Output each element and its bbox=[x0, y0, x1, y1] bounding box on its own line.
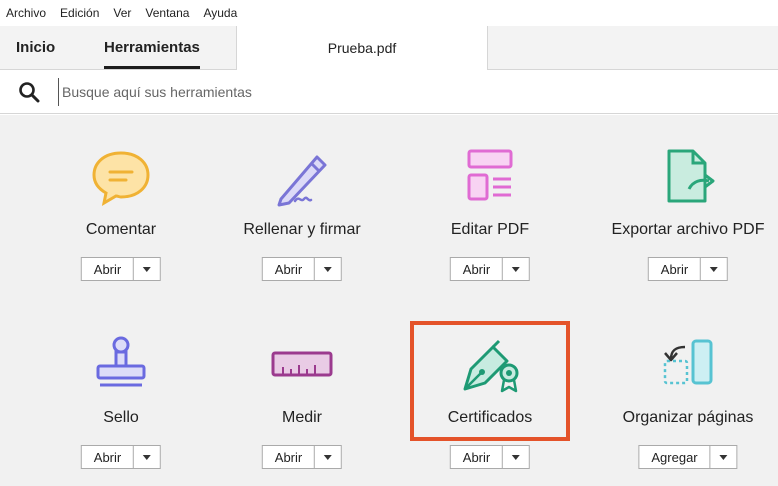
menu-ver[interactable]: Ver bbox=[113, 6, 131, 20]
open-button[interactable]: Abrir bbox=[451, 446, 504, 468]
open-button[interactable]: Abrir bbox=[649, 258, 702, 280]
search-input[interactable] bbox=[58, 78, 564, 106]
open-split-button: Abrir bbox=[261, 257, 343, 281]
tool-name: Sello bbox=[103, 409, 139, 426]
menu-edicion[interactable]: Edición bbox=[60, 6, 99, 20]
chevron-down-icon[interactable] bbox=[134, 446, 160, 468]
open-button[interactable]: Abrir bbox=[263, 446, 316, 468]
open-split-button: Abrir bbox=[647, 257, 729, 281]
open-split-button: Abrir bbox=[449, 257, 531, 281]
tool-comentar: Comentar Abrir bbox=[36, 115, 206, 295]
tool-name: Rellenar y firmar bbox=[243, 221, 361, 238]
search-bar bbox=[0, 70, 778, 114]
open-split-button: Abrir bbox=[261, 445, 343, 469]
tool-rellenar-firmar: Rellenar y firmar Abrir bbox=[217, 115, 387, 295]
tool-sello: Sello Abrir bbox=[36, 303, 206, 483]
search-icon[interactable] bbox=[18, 81, 40, 103]
menu-bar: Archivo Edición Ver Ventana Ayuda bbox=[0, 0, 778, 26]
tool-name: Organizar páginas bbox=[622, 409, 754, 426]
chevron-down-icon[interactable] bbox=[134, 258, 160, 280]
tab-herramientas[interactable]: Herramientas bbox=[104, 26, 200, 69]
fill-sign-icon bbox=[277, 155, 327, 207]
active-tab-indicator bbox=[104, 66, 200, 69]
chevron-down-icon[interactable] bbox=[701, 258, 727, 280]
tool-name: Medir bbox=[281, 409, 322, 426]
edit-pdf-icon bbox=[467, 149, 513, 201]
tab-document[interactable]: Prueba.pdf bbox=[236, 26, 488, 70]
tool-name: Comentar bbox=[85, 221, 157, 238]
open-split-button: Agregar bbox=[638, 445, 738, 469]
chevron-down-icon[interactable] bbox=[503, 446, 529, 468]
tab-herramientas-label: Herramientas bbox=[104, 39, 200, 56]
tool-organizar-paginas: Organizar páginas Agregar bbox=[603, 303, 773, 483]
tool-editar-pdf: Editar PDF Abrir bbox=[405, 115, 575, 295]
chevron-down-icon[interactable] bbox=[503, 258, 529, 280]
tab-inicio[interactable]: Inicio bbox=[16, 26, 55, 69]
tool-medir: Medir Abrir bbox=[217, 303, 387, 483]
open-button[interactable]: Abrir bbox=[451, 258, 504, 280]
tool-name: Exportar archivo PDF bbox=[611, 221, 765, 238]
tool-exportar-pdf: Exportar archivo PDF Abrir bbox=[603, 115, 773, 295]
chevron-down-icon[interactable] bbox=[315, 446, 341, 468]
menu-ventana[interactable]: Ventana bbox=[145, 6, 189, 20]
comment-icon bbox=[92, 151, 150, 206]
menu-archivo[interactable]: Archivo bbox=[6, 6, 46, 20]
tool-name: Editar PDF bbox=[450, 221, 530, 238]
stamp-icon bbox=[96, 336, 146, 387]
tool-certificados: Certificados Abrir bbox=[405, 303, 575, 483]
tab-bar: Inicio Herramientas Prueba.pdf bbox=[0, 26, 778, 70]
add-button[interactable]: Agregar bbox=[639, 446, 711, 468]
tool-name: Certificados bbox=[447, 409, 533, 426]
open-split-button: Abrir bbox=[80, 445, 162, 469]
tools-grid: Comentar Abrir Rellenar y firmar Abrir E… bbox=[0, 115, 778, 486]
export-pdf-icon bbox=[667, 149, 715, 203]
open-button[interactable]: Abrir bbox=[263, 258, 316, 280]
chevron-down-icon[interactable] bbox=[711, 446, 737, 468]
certificate-icon bbox=[463, 339, 519, 393]
ruler-icon bbox=[271, 351, 333, 377]
open-split-button: Abrir bbox=[449, 445, 531, 469]
menu-ayuda[interactable]: Ayuda bbox=[203, 6, 237, 20]
organize-pages-icon bbox=[663, 339, 713, 385]
chevron-down-icon[interactable] bbox=[315, 258, 341, 280]
open-button[interactable]: Abrir bbox=[82, 446, 135, 468]
open-button[interactable]: Abrir bbox=[82, 258, 135, 280]
open-split-button: Abrir bbox=[80, 257, 162, 281]
